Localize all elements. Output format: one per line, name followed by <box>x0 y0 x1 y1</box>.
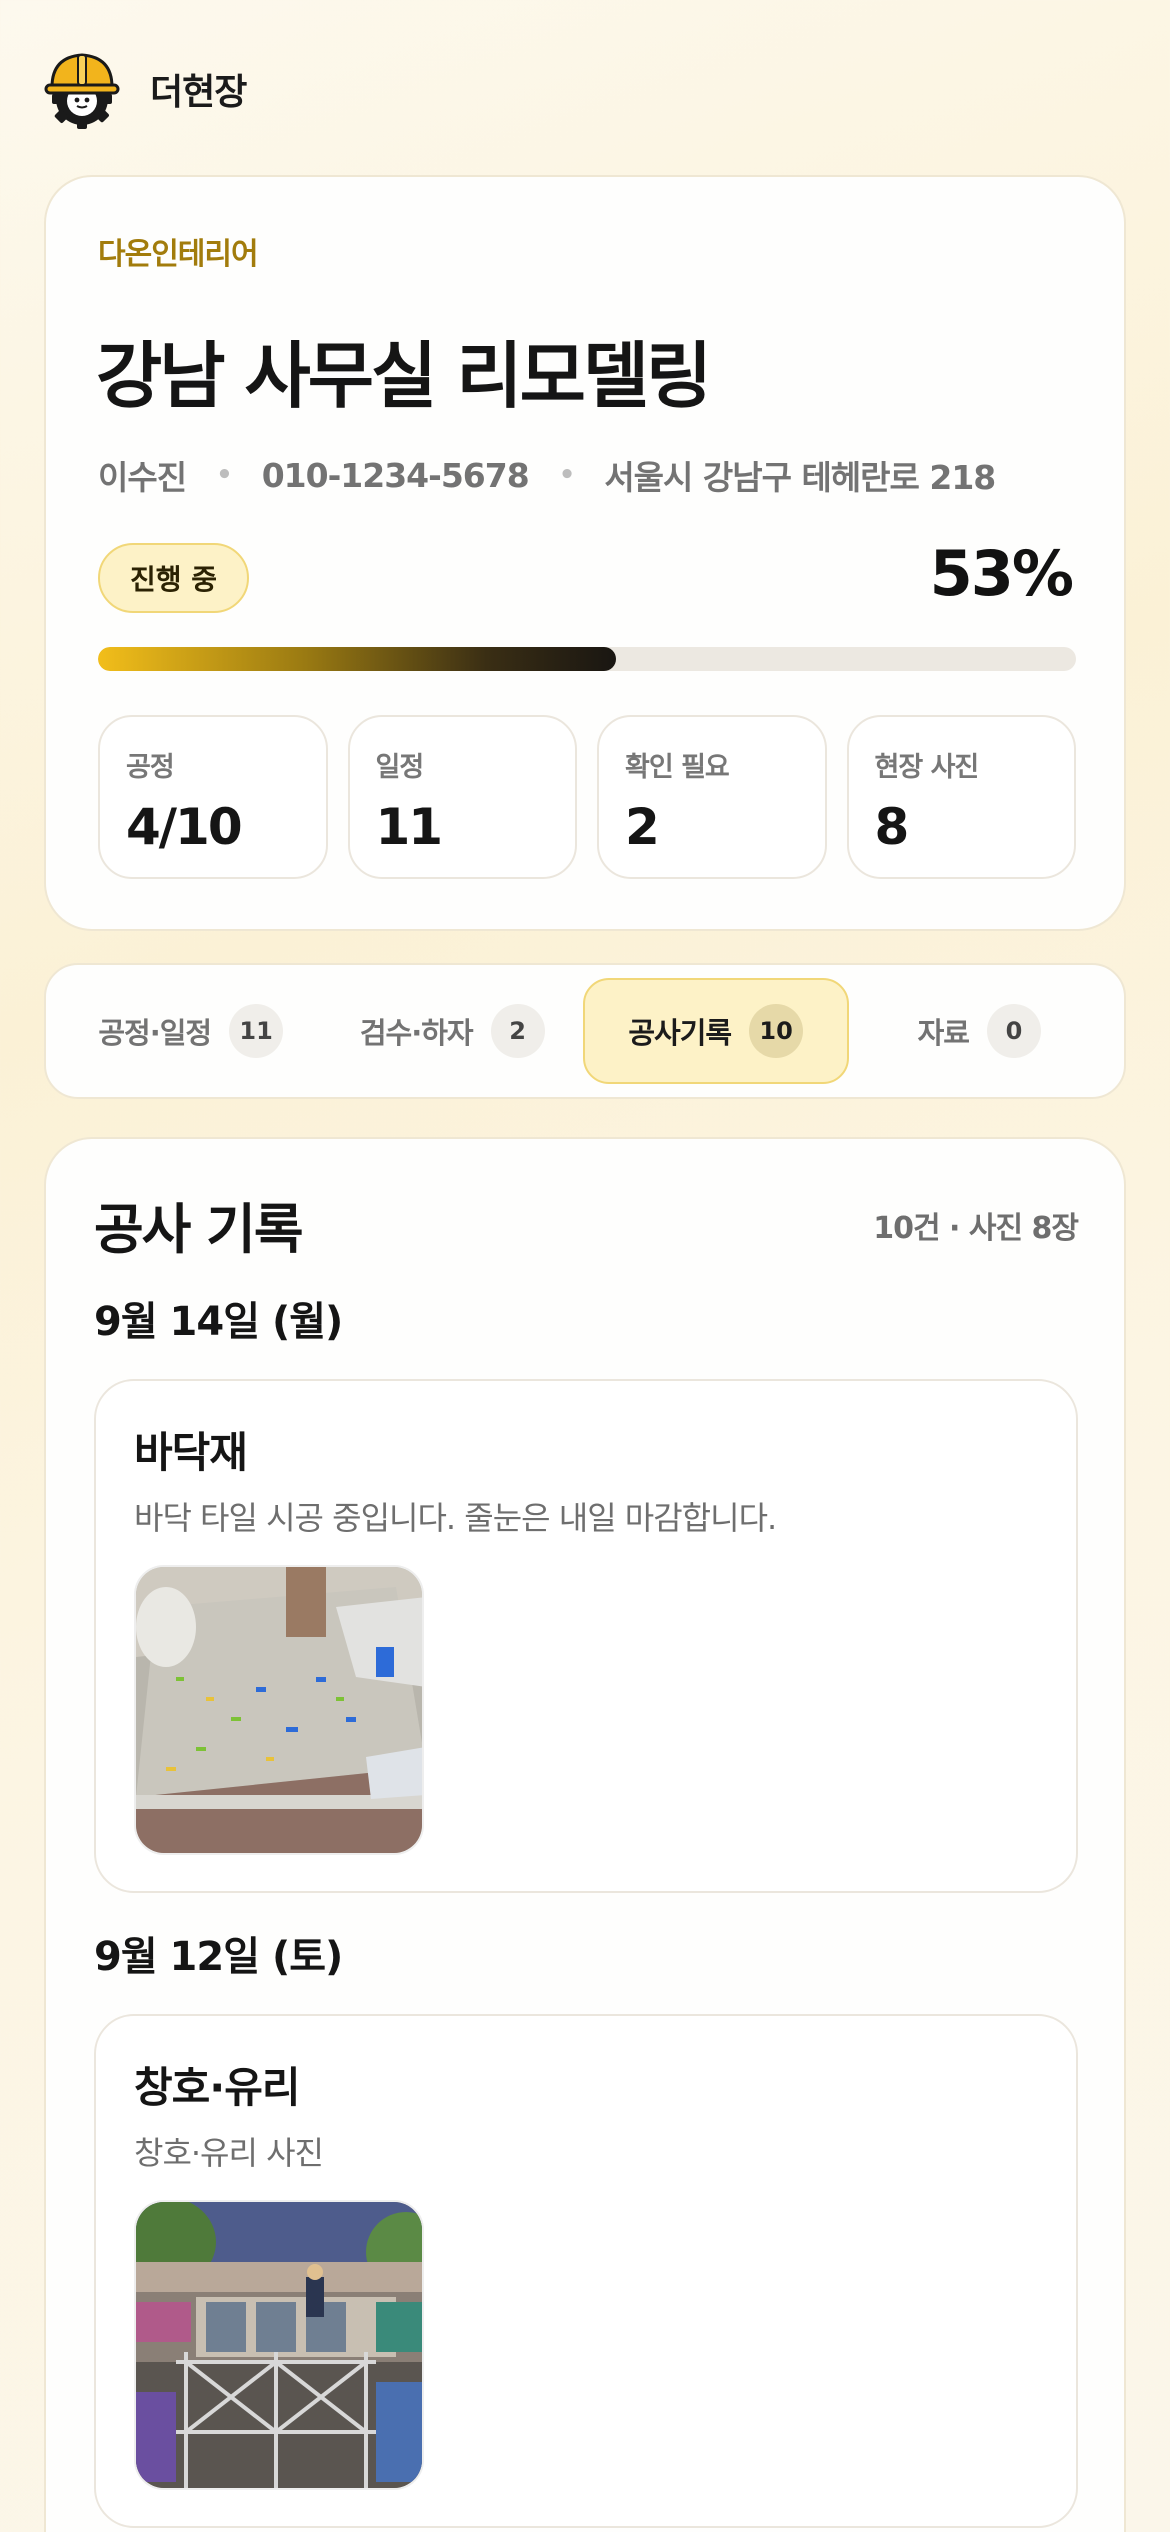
section-tabs: 공정·일정 11 검수·하자 2 공사기록 10 자료 0 <box>44 963 1126 1099</box>
stat-schedule[interactable]: 일정 11 <box>347 715 577 879</box>
phone-number[interactable]: 010-1234-5678 <box>262 456 530 495</box>
status-badge: 진행 중 <box>98 543 250 613</box>
stat-value: 11 <box>375 798 444 856</box>
tab-count-badge: 10 <box>749 1004 804 1058</box>
tab-label: 공사기록 <box>628 1016 732 1050</box>
tab-construction-log[interactable]: 공사기록 10 <box>583 978 849 1084</box>
stat-label: 일정 <box>375 752 425 783</box>
progress-percent: 53% <box>929 537 1074 610</box>
log-entry-title: 창호·유리 <box>134 2063 301 2112</box>
stat-value: 2 <box>625 798 660 856</box>
tab-label: 공정·일정 <box>98 1016 212 1050</box>
log-entry[interactable]: 창호·유리 창호·유리 사진 <box>94 2014 1078 2528</box>
section-title: 공사 기록 <box>94 1198 304 1261</box>
stats-row: 공정 4/10 일정 11 확인 필요 2 현장 사진 8 <box>98 715 1076 879</box>
project-summary-card: 다온인테리어 강남 사무실 리모델링 이수진 • 010-1234-5678 •… <box>44 175 1126 931</box>
date-heading: 9월 12일 (토) <box>94 1934 343 1980</box>
date-heading: 9월 14일 (월) <box>94 1299 343 1345</box>
stat-label: 현장 사진 <box>874 752 980 783</box>
stat-site-photos[interactable]: 현장 사진 8 <box>846 715 1076 879</box>
tab-documents[interactable]: 자료 0 <box>849 978 1111 1084</box>
floor-tile-photo[interactable] <box>134 1565 424 1855</box>
site-address: 서울시 강남구 테헤란로 218 <box>604 458 996 497</box>
log-entry[interactable]: 바닥재 바닥 타일 시공 중입니다. 줄눈은 내일 마감합니다. <box>94 1379 1078 1893</box>
stat-label: 공정 <box>126 752 175 783</box>
progress-bar <box>98 647 1076 671</box>
stat-value: 8 <box>874 798 910 856</box>
log-entry-description: 바닥 타일 시공 중입니다. 줄눈은 내일 마감합니다. <box>134 1499 777 1537</box>
stat-process[interactable]: 공정 4/10 <box>98 715 328 879</box>
tab-count-badge: 11 <box>229 1004 284 1058</box>
manager-name: 이수진 <box>98 458 187 497</box>
stat-needs-check[interactable]: 확인 필요 2 <box>597 715 827 879</box>
log-entry-title: 바닥재 <box>134 1428 248 1477</box>
tab-label: 자료 <box>917 1016 970 1050</box>
construction-log-section: 공사 기록 10건 · 사진 8장 9월 14일 (월) 바닥재 바닥 타일 시… <box>44 1137 1126 2532</box>
app-header: 더현장 <box>40 44 247 134</box>
meta-separator: • <box>558 460 576 490</box>
app-name: 더현장 <box>150 72 247 113</box>
tab-count-badge: 0 <box>986 1004 1041 1058</box>
stat-value: 4/10 <box>126 798 243 856</box>
log-entry-description: 창호·유리 사진 <box>134 2134 324 2172</box>
tab-label: 검수·하자 <box>359 1016 474 1050</box>
stat-label: 확인 필요 <box>625 752 730 783</box>
project-title: 강남 사무실 리모델링 <box>96 334 712 418</box>
company-name: 다온인테리어 <box>98 237 259 272</box>
tab-process-schedule[interactable]: 공정·일정 11 <box>60 978 322 1084</box>
window-scaffold-photo[interactable] <box>134 2200 424 2490</box>
hardhat-gear-icon <box>44 53 120 129</box>
meta-separator: • <box>216 460 233 490</box>
project-meta: 이수진 • 010-1234-5678 • 서울시 강남구 테헤란로 218 <box>98 451 996 499</box>
tab-inspection-defects[interactable]: 검수·하자 2 <box>322 978 584 1084</box>
progress-bar-fill <box>98 647 617 671</box>
tab-count-badge: 2 <box>490 1004 545 1058</box>
records-summary: 10건 · 사진 8장 <box>873 1211 1079 1246</box>
